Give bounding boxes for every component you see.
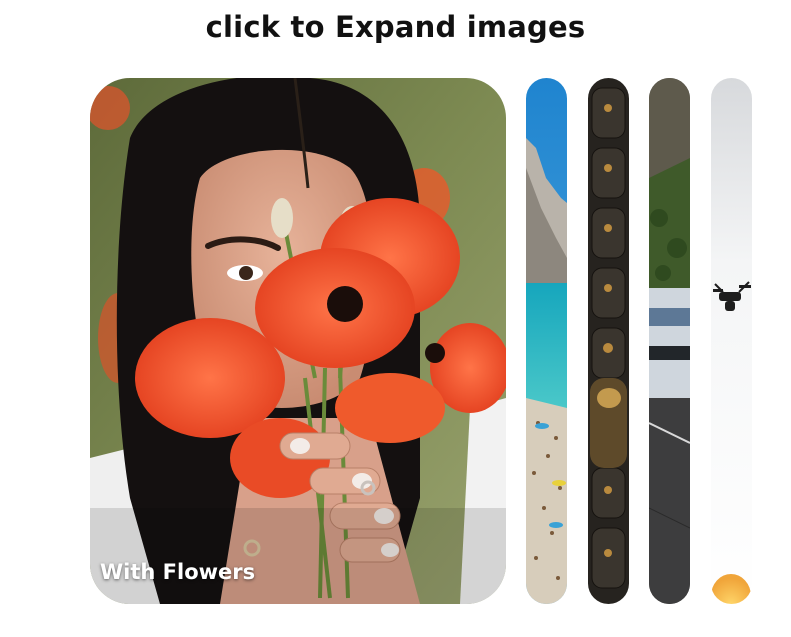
image-panel-drone[interactable] (711, 78, 752, 604)
image-panel-carvings[interactable] (588, 78, 629, 604)
image-panel-beach[interactable] (526, 78, 567, 604)
car-photo (649, 78, 690, 604)
drone-photo (711, 78, 752, 604)
beach-photo (526, 78, 567, 604)
carvings-photo (588, 78, 629, 604)
image-panels: With Flowers (90, 78, 752, 604)
panel-caption: With Flowers (100, 560, 256, 584)
flowers-photo (90, 78, 506, 604)
page-title: click to Expand images (205, 10, 586, 44)
image-panel-with-flowers[interactable]: With Flowers (90, 78, 506, 604)
image-panel-car[interactable] (649, 78, 690, 604)
